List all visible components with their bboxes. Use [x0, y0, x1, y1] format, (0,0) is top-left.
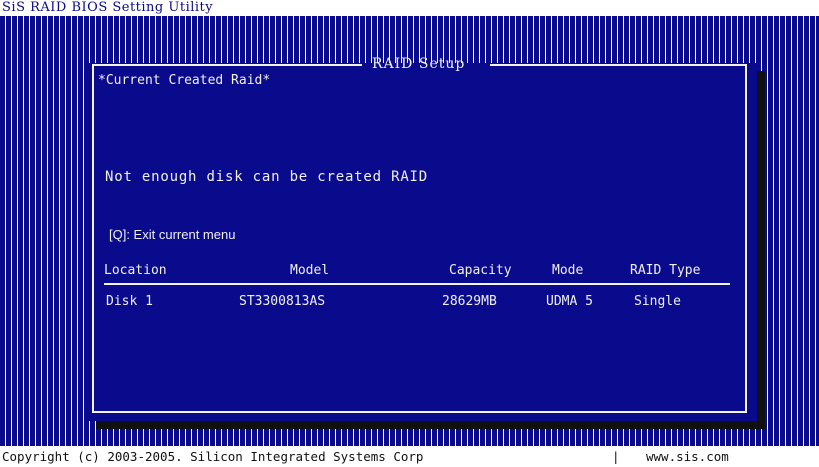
- frame-top-right: [490, 64, 747, 66]
- col-raid-type: RAID Type: [630, 263, 701, 278]
- cell-capacity: 28629MB: [442, 294, 497, 309]
- cell-raid-type: Single: [634, 294, 681, 309]
- footer-separator: |: [612, 449, 620, 464]
- col-model: Model: [290, 263, 330, 278]
- header-divider: [104, 283, 730, 285]
- col-location: Location: [104, 263, 167, 278]
- frame-top-left: [92, 64, 362, 66]
- cell-model: ST3300813AS: [239, 294, 326, 309]
- cell-location: Disk 1: [106, 294, 153, 309]
- current-created-raid-label: *Current Created Raid*: [98, 73, 271, 88]
- cell-mode: UDMA 5: [546, 294, 593, 309]
- website-link: www.sis.com: [646, 449, 729, 464]
- col-mode: Mode: [552, 263, 584, 278]
- bios-screen: RAID Setup *Current Created Raid* Not en…: [0, 16, 819, 447]
- exit-hint[interactable]: [Q]: Exit current menu: [109, 227, 235, 242]
- dialog-title: RAID Setup: [372, 56, 466, 72]
- copyright-text: Copyright (c) 2003-2005. Silicon Integra…: [2, 449, 424, 464]
- status-message: Not enough disk can be created RAID: [105, 169, 429, 185]
- raid-setup-dialog: RAID Setup *Current Created Raid* Not en…: [88, 56, 757, 421]
- app-title: SiS RAID BIOS Setting Utility: [2, 0, 214, 15]
- footer-bar: Copyright (c) 2003-2005. Silicon Integra…: [0, 446, 819, 467]
- col-capacity: Capacity: [449, 263, 512, 278]
